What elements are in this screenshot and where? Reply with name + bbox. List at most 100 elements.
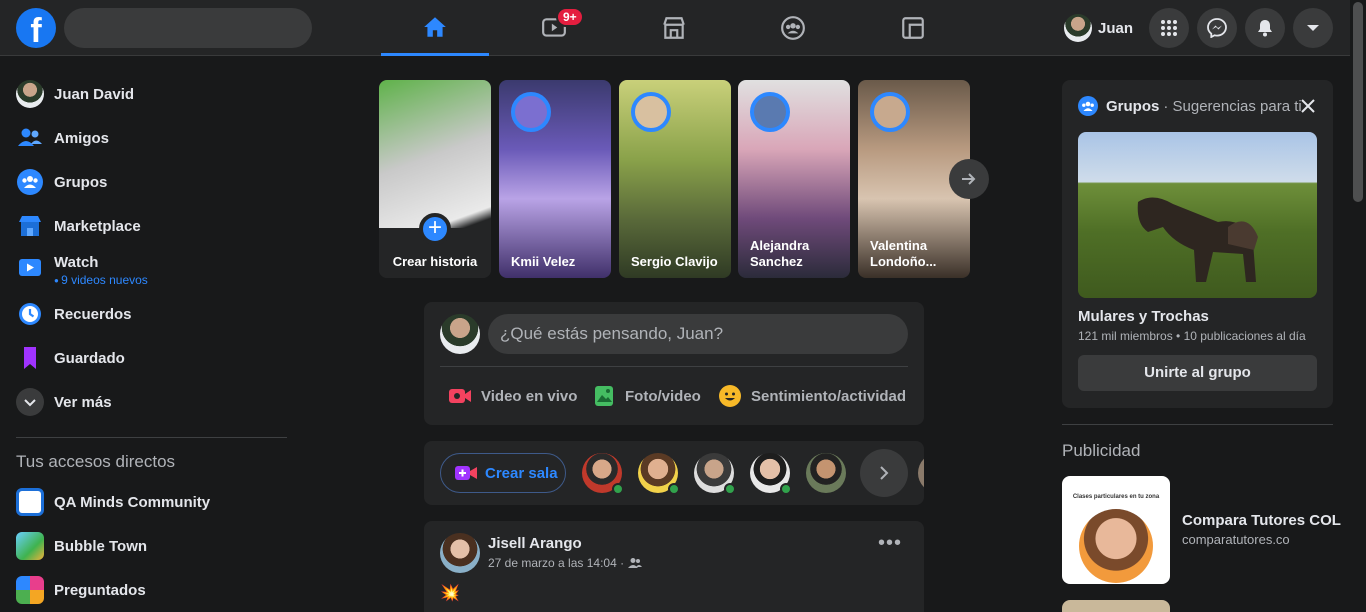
create-story-label: Crear historia — [392, 254, 478, 269]
tab-watch[interactable]: 9+ — [500, 0, 608, 56]
groups-icon — [17, 169, 43, 195]
story-author: Kmii Velez — [511, 254, 576, 269]
messenger-button[interactable] — [1197, 8, 1237, 48]
watch-notification-badge: 9+ — [556, 7, 584, 27]
smiley-icon — [719, 385, 741, 407]
ad-advertiser-name: Compara Tutores COL — [1182, 512, 1341, 529]
sidebar-item-groups[interactable]: Grupos — [8, 160, 298, 204]
bell-icon — [1258, 20, 1272, 37]
bubble-town-game-icon — [16, 532, 44, 560]
action-label: Foto/video — [625, 387, 701, 405]
chevron-right-icon — [880, 466, 889, 480]
ad-image-caption: Clases particulares en tu zona — [1072, 494, 1160, 500]
sponsored-ad[interactable]: Clases particulares en tu zona Compara T… — [1062, 476, 1342, 584]
sidebar-item-marketplace[interactable]: Marketplace — [8, 204, 298, 248]
marketplace-store-icon — [19, 216, 41, 236]
composer-input[interactable]: ¿Qué estás pensando, Juan? — [488, 314, 908, 354]
more-options-icon[interactable]: ••• — [870, 533, 910, 561]
memories-clock-icon — [19, 303, 41, 325]
close-icon[interactable] — [1298, 96, 1318, 116]
feed-post: Jisell Arango 27 de marzo a las 14:04 · … — [424, 521, 924, 612]
online-status-dot — [724, 483, 736, 495]
sidebar-item-friends[interactable]: Amigos — [8, 116, 298, 160]
online-friend-avatar[interactable] — [750, 453, 792, 495]
sidebar-item-see-more[interactable]: Ver más — [8, 380, 298, 424]
groups-icon — [1078, 96, 1098, 116]
notifications-button[interactable] — [1245, 8, 1285, 48]
page-scrollbar[interactable] — [1350, 0, 1366, 612]
sidebar-item-profile[interactable]: Juan David — [8, 72, 298, 116]
top-navigation-bar: f 9+ Juan — [0, 0, 1350, 56]
rooms-bar: Crear sala — [424, 441, 924, 505]
online-friend-avatar[interactable] — [582, 453, 624, 495]
post-timestamp[interactable]: 27 de marzo a las 14:04 · — [488, 556, 624, 570]
tab-groups[interactable] — [739, 0, 847, 56]
group-cover-image[interactable] — [1078, 132, 1317, 298]
qa-minds-logo-icon — [16, 488, 44, 516]
sidebar-item-saved[interactable]: Guardado — [8, 336, 298, 380]
tab-marketplace[interactable] — [620, 0, 728, 56]
shortcut-bubble-town[interactable]: Bubble Town — [8, 524, 298, 568]
sidebar-item-memories[interactable]: Recuerdos — [8, 292, 298, 336]
account-button[interactable] — [1293, 8, 1333, 48]
story-card[interactable]: Sergio Clavijo — [619, 80, 731, 278]
tab-gaming[interactable] — [859, 0, 967, 56]
group-suggestions-card: Grupos · Sugerencias para ti Mulares y T… — [1062, 80, 1333, 408]
create-room-button[interactable]: Crear sala — [440, 453, 566, 493]
mule-photo-icon — [1137, 197, 1258, 282]
sidebar-item-label: Juan David — [54, 85, 135, 103]
online-friend-avatar[interactable] — [638, 453, 680, 495]
feeling-activity-button[interactable]: Sentimiento/actividad — [718, 382, 906, 410]
photo-video-button[interactable]: Foto/video — [592, 382, 701, 410]
search-input[interactable] — [64, 8, 312, 48]
story-author: Alejandra Sanchez — [750, 238, 810, 269]
tab-home[interactable] — [381, 0, 489, 56]
live-video-icon — [449, 389, 471, 403]
plus-icon: + — [419, 213, 451, 245]
sponsored-heading: Publicidad — [1062, 441, 1141, 460]
second-ad-image[interactable] — [1062, 600, 1170, 612]
create-story-card[interactable]: + Crear historia — [379, 80, 491, 278]
story-author: Sergio Clavijo — [631, 254, 718, 269]
story-author: Valentina Londoño... — [870, 238, 937, 269]
action-label: Sentimiento/actividad — [751, 387, 907, 405]
shortcuts-heading: Tus accesos directos — [16, 452, 176, 471]
group-name[interactable]: Mulares y Trochas — [1078, 308, 1209, 325]
story-card[interactable]: Kmii Velez — [499, 80, 611, 278]
online-friend-avatar[interactable] — [918, 453, 924, 493]
group-suggestions-subtitle: · Sugerencias para ti — [1163, 97, 1302, 115]
new-videos-count: 9 videos nuevos — [54, 273, 148, 287]
create-room-label: Crear sala — [485, 464, 558, 482]
watch-video-icon — [19, 259, 41, 276]
join-group-button[interactable]: Unirte al grupo — [1078, 355, 1317, 391]
marketplace-store-icon — [663, 17, 685, 39]
gaming-icon — [902, 17, 924, 39]
shortcut-qa-minds[interactable]: QA Minds Community — [8, 480, 298, 524]
stories-next-button[interactable] — [949, 159, 989, 199]
right-column-divider — [1062, 424, 1333, 425]
story-card[interactable]: Alejandra Sanchez — [738, 80, 850, 278]
sidebar-item-label: Watch — [54, 253, 99, 271]
avatar — [1064, 14, 1092, 42]
grid-menu-icon — [1161, 20, 1177, 36]
story-avatar — [631, 92, 671, 132]
chevron-down-icon — [1307, 25, 1319, 31]
profile-shortcut[interactable]: Juan — [1060, 10, 1141, 46]
avatar[interactable] — [440, 533, 480, 573]
shortcut-preguntados[interactable]: Preguntados — [8, 568, 298, 612]
home-icon — [424, 16, 446, 37]
live-video-button[interactable]: Video en vivo — [448, 382, 577, 410]
scrollbar-thumb[interactable] — [1353, 2, 1363, 202]
rooms-next-button[interactable] — [860, 449, 908, 497]
facebook-logo-icon[interactable]: f — [16, 8, 56, 48]
sidebar-item-label: Guardado — [54, 349, 125, 367]
sidebar-item-label: Amigos — [54, 129, 110, 147]
online-friend-avatar[interactable] — [806, 453, 846, 493]
online-friend-avatar[interactable] — [694, 453, 736, 495]
menu-button[interactable] — [1149, 8, 1189, 48]
post-author[interactable]: Jisell Arango — [488, 535, 582, 552]
sidebar-item-watch[interactable]: Watch 9 videos nuevos — [8, 248, 298, 292]
ad-image[interactable]: Clases particulares en tu zona — [1062, 476, 1170, 584]
bookmark-icon — [24, 347, 36, 369]
group-suggestions-header: Grupos · Sugerencias para ti — [1078, 96, 1302, 116]
